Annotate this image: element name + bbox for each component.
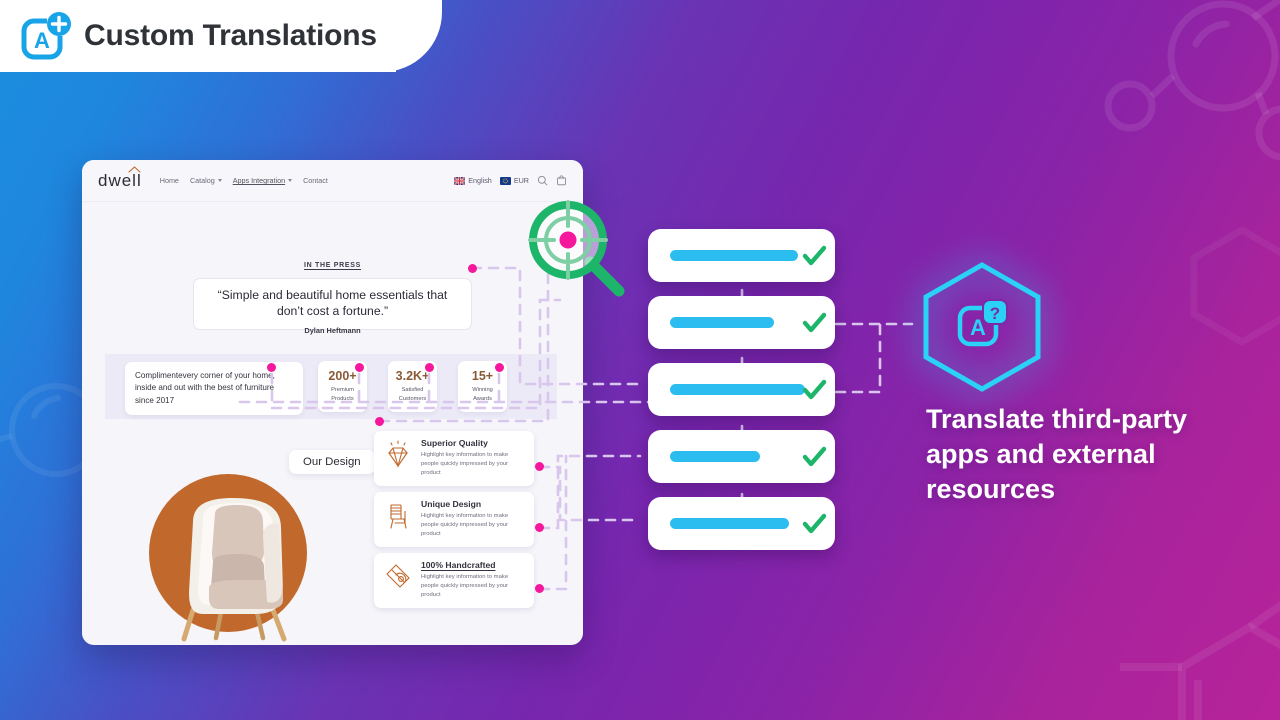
search-icon[interactable] (537, 175, 548, 186)
feature-card-unique-design: Unique Design Highlight key information … (374, 492, 534, 548)
translation-text-bar (670, 317, 774, 328)
connector-dot-quote (468, 264, 477, 273)
green-check-icon (802, 245, 827, 265)
translation-text-bar (670, 451, 760, 462)
title-plate-curve (380, 0, 440, 72)
press-quote-text: “Simple and beautiful home essentials th… (217, 288, 448, 318)
feature-title: Unique Design (421, 499, 482, 509)
translation-text-bar (670, 384, 805, 395)
nav-label: Home (159, 176, 179, 185)
stat-label: Premium Products (331, 387, 354, 402)
currency-selector[interactable]: EUR (499, 176, 529, 185)
shopping-bag-icon[interactable] (556, 175, 567, 186)
stat-number: 200+ (328, 368, 357, 383)
nav-item-contact[interactable]: Contact (303, 176, 328, 185)
stat-label: Satisfied Customers (398, 387, 427, 402)
stat-label: Winning Awards (472, 387, 493, 402)
translation-rows-list (648, 229, 835, 564)
language-selector[interactable]: English (454, 176, 492, 185)
product-chair-image (149, 474, 316, 642)
site-nav-utilities: English EUR (454, 175, 567, 186)
translation-row[interactable] (648, 363, 835, 416)
translation-row[interactable] (648, 229, 835, 282)
connector-dot-stat-2 (425, 363, 434, 372)
hand-plane-icon (386, 564, 410, 588)
nav-item-apps-integration[interactable]: Apps Integration (232, 176, 293, 185)
press-quote-box: “Simple and beautiful home essentials th… (193, 278, 472, 330)
feature-text: Superior Quality Highlight key informati… (421, 438, 525, 478)
website-preview-card[interactable]: dwell Home Catalog Apps Integration Cont… (82, 160, 583, 645)
uk-flag-icon (454, 176, 466, 185)
translation-text-bar (670, 250, 798, 261)
letter-a-plus-badge-icon: A (21, 12, 71, 60)
green-check-icon (802, 312, 827, 332)
translation-row[interactable] (648, 296, 835, 349)
nav-label: Catalog (189, 176, 215, 185)
target-magnifier-icon[interactable] (524, 196, 628, 300)
press-quote-author: Dylan Heftmann (304, 326, 361, 335)
green-check-icon (802, 513, 827, 533)
feature-card-handcrafted: 100% Handcrafted Highlight key informati… (374, 553, 534, 609)
stat-number: 15+ (471, 368, 494, 383)
press-label: IN THE PRESS (303, 262, 362, 269)
svg-text:?: ? (990, 304, 1000, 323)
diamond-icon (387, 440, 409, 469)
feature-title: 100% Handcrafted (421, 560, 496, 570)
translation-row[interactable] (648, 497, 835, 550)
chevron-down-icon (217, 179, 222, 182)
language-label: English (468, 176, 492, 185)
headline-text: Translate third-party apps and external … (926, 404, 1188, 505)
curve-shape (380, 0, 440, 72)
feature-text: Unique Design Highlight key information … (421, 499, 525, 539)
stat-number: 3.2K+ (395, 368, 430, 383)
connector-dot-feature-1 (535, 462, 544, 471)
benzene-decoration-bottom-right (1120, 600, 1280, 720)
site-brand-logo[interactable]: dwell (98, 165, 142, 191)
green-check-icon (802, 446, 827, 466)
hexagon-decoration-mid-right (1190, 225, 1280, 347)
site-body: IN THE PRESS “Simple and beautiful home … (82, 202, 583, 645)
feature-card-superior-quality: Superior Quality Highlight key informati… (374, 431, 534, 487)
compliment-text-card: Complimentevery corner of your home, ins… (125, 362, 303, 415)
connector-dot-stat-1 (355, 363, 364, 372)
site-navbar: dwell Home Catalog Apps Integration Cont… (82, 160, 583, 202)
connector-dot-compliment (267, 363, 276, 372)
connector-dot-feature-2 (535, 523, 544, 532)
feature-desc: Highlight key information to make people… (421, 513, 509, 538)
feature-text: 100% Handcrafted Highlight key informati… (421, 560, 525, 600)
armchair-illustration (181, 498, 287, 642)
connector-dot-stat-3 (495, 363, 504, 372)
connector-dot-our-design (375, 417, 384, 426)
site-nav-links: Home Catalog Apps Integration Contact (160, 176, 328, 185)
chair-icon (390, 504, 407, 529)
nav-item-home[interactable]: Home (160, 176, 179, 185)
feature-desc: Highlight key information to make people… (421, 452, 509, 477)
eu-flag-icon (499, 176, 511, 185)
feature-title: Superior Quality (421, 438, 488, 448)
translation-row[interactable] (648, 430, 835, 483)
nav-label: Apps Integration (232, 176, 286, 185)
site-brand-text: dwell (98, 170, 142, 190)
hexagon-letter-a-question-icon[interactable]: A ? (916, 260, 1048, 394)
feature-desc: Highlight key information to make people… (421, 574, 509, 599)
page-title: Custom Translations (84, 19, 377, 52)
nav-item-catalog[interactable]: Catalog (190, 176, 222, 185)
molecule-decoration-top-right (1104, 0, 1280, 161)
connector-dot-feature-3 (535, 584, 544, 593)
house-roof-icon (128, 165, 141, 173)
nav-label: Contact (303, 176, 328, 185)
chevron-down-icon (288, 179, 293, 182)
translation-text-bar (670, 518, 789, 529)
our-design-chip: Our Design (289, 450, 375, 474)
app-title-bar: A Custom Translations (0, 0, 440, 72)
green-check-icon (802, 379, 827, 399)
currency-label: EUR (513, 176, 529, 185)
